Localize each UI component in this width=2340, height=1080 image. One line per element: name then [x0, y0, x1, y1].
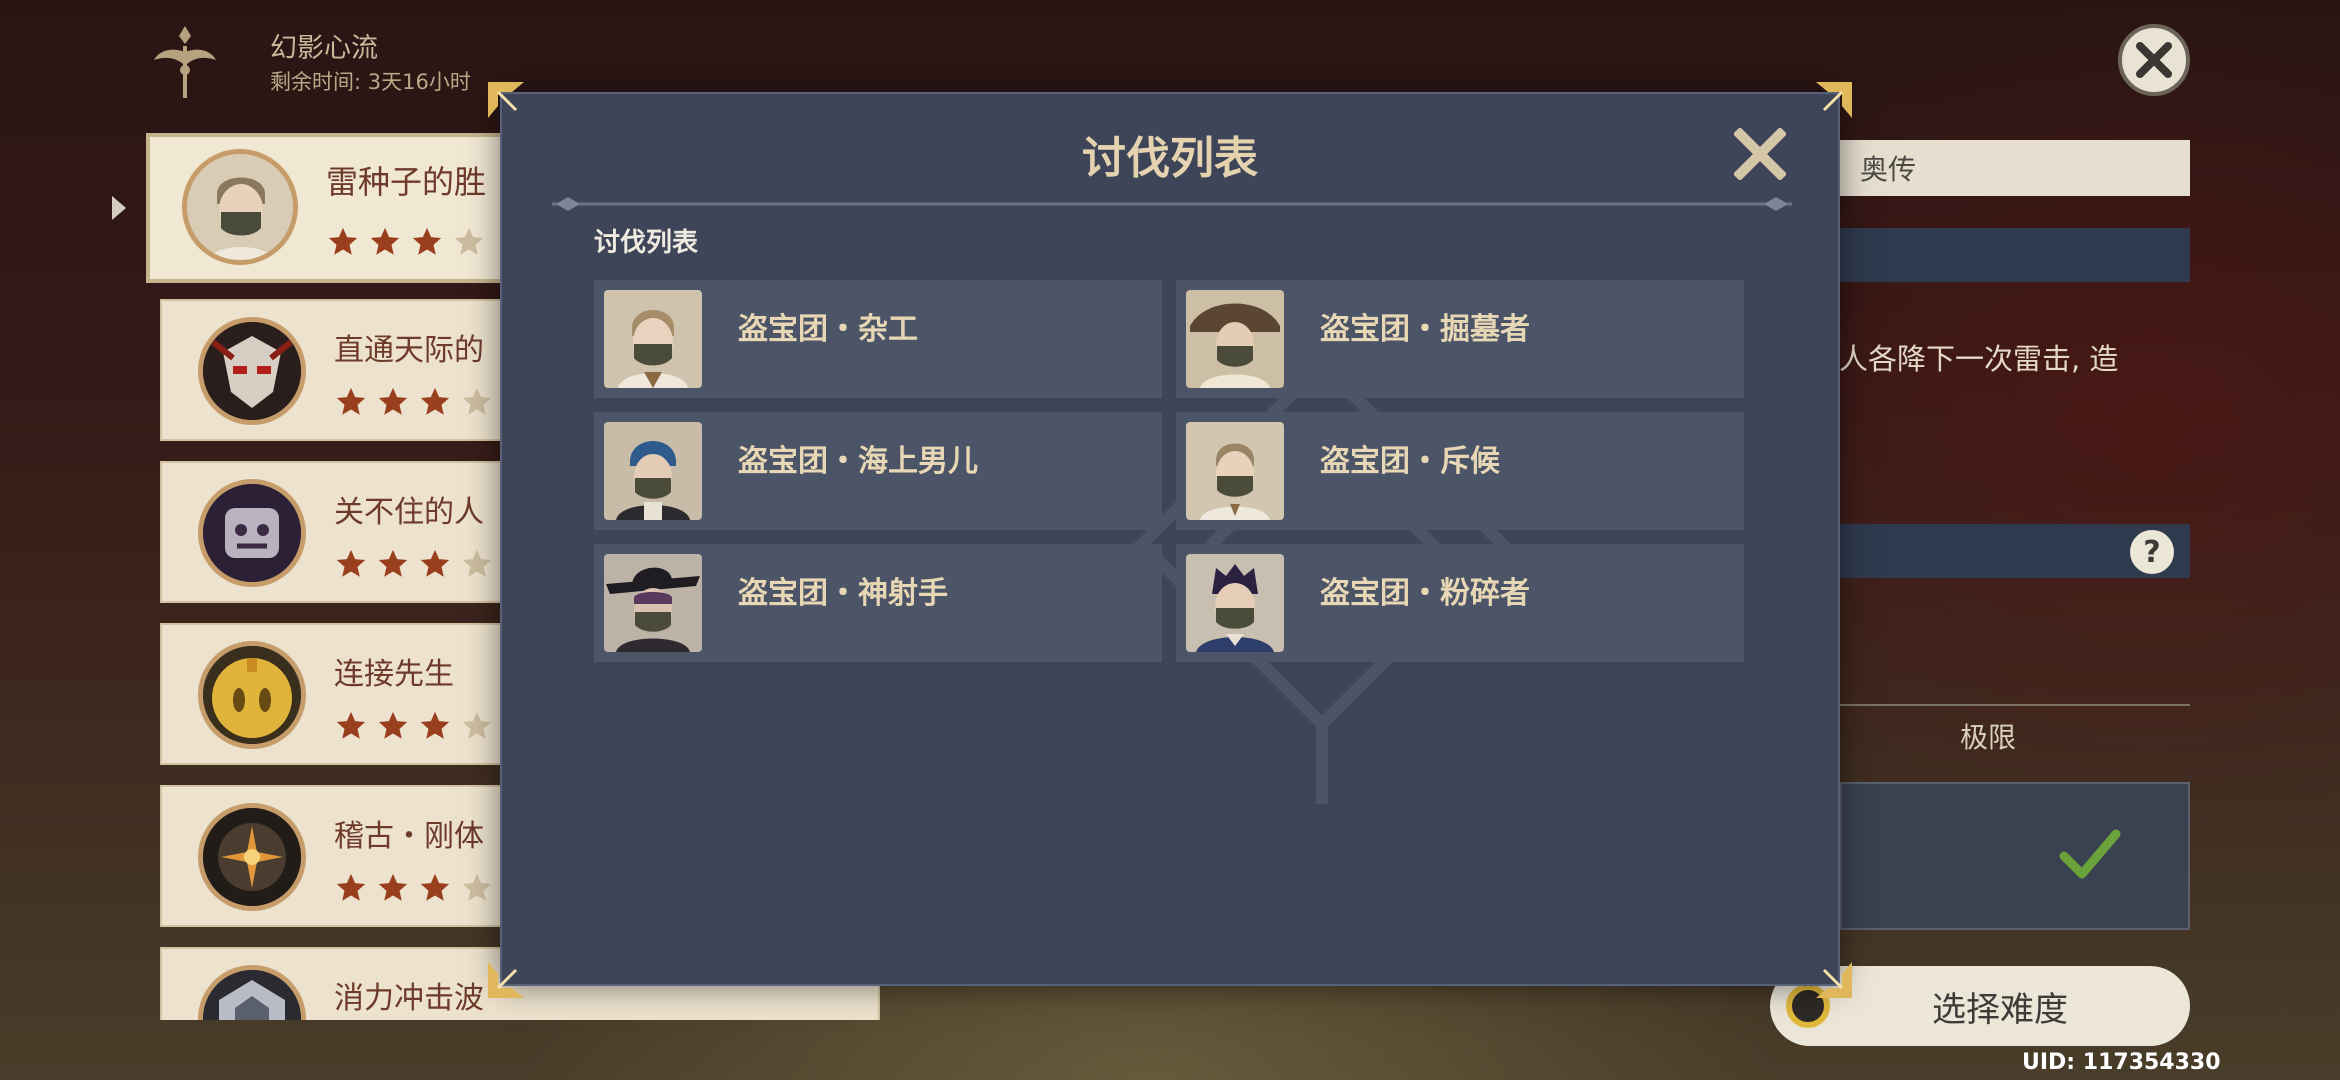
enemy-name: 盗宝团・粉碎者	[1320, 576, 1530, 611]
enemy-entry[interactable]: 盗宝团・粉碎者	[1176, 544, 1744, 662]
title-divider	[552, 197, 1792, 211]
enemy-entry[interactable]: 盗宝团・海上男儿	[594, 412, 1162, 530]
star-filled-icon	[378, 387, 408, 415]
enemy-name: 盗宝团・掘墓者	[1320, 312, 1530, 347]
challenge-name: 消力冲击波	[334, 981, 484, 1016]
ruin-machine-portrait-icon	[203, 808, 301, 906]
enemy-entry[interactable]: 盗宝团・神射手	[594, 544, 1162, 662]
event-title: 幻影心流	[270, 33, 378, 64]
info-bar	[1840, 228, 2190, 282]
mech-boss-portrait-icon	[203, 484, 301, 582]
star-empty-icon	[462, 549, 492, 577]
star-filled-icon	[336, 549, 366, 577]
enemy-list-header: 讨伐列表	[594, 228, 699, 258]
star-filled-icon	[378, 549, 408, 577]
challenge-name: 连接先生	[334, 657, 454, 692]
challenge-name: 雷种子的胜	[326, 163, 487, 201]
corner-ornament-icon	[1816, 82, 1852, 118]
challenge-portrait	[198, 479, 306, 587]
star-filled-icon	[370, 227, 400, 255]
wide-hat-masked-portrait-icon	[604, 554, 702, 652]
star-filled-icon	[336, 711, 366, 739]
corner-ornament-icon	[488, 962, 524, 998]
star-filled-icon	[336, 387, 366, 415]
challenge-stars	[334, 385, 494, 419]
list-expand-arrow-icon[interactable]	[112, 196, 126, 220]
challenge-portrait	[198, 803, 306, 911]
star-empty-icon	[454, 227, 484, 255]
enemy-entry[interactable]: 盗宝团・掘墓者	[1176, 280, 1744, 398]
challenge-portrait	[198, 965, 306, 1020]
event-remaining-time: 剩余时间: 3天16小时	[270, 70, 471, 94]
star-filled-icon	[420, 549, 450, 577]
close-icon	[2136, 42, 2172, 78]
challenge-stars	[334, 871, 494, 905]
difficulty-option[interactable]	[1840, 782, 2190, 930]
help-icon[interactable]: ?	[2130, 530, 2174, 574]
mask-boss-portrait-icon	[203, 322, 301, 420]
star-filled-icon	[412, 227, 442, 255]
tab-legend[interactable]: 奥传	[1840, 140, 2190, 196]
uid-label: UID: 117354330	[2022, 1050, 2221, 1075]
brawler-masked-portrait-icon	[1186, 554, 1284, 652]
challenge-name: 稽古・刚体	[334, 819, 484, 854]
enemy-entry[interactable]: 盗宝团・斥候	[1176, 412, 1744, 530]
challenge-portrait	[182, 149, 298, 265]
bandana-masked-portrait-icon	[604, 422, 702, 520]
challenge-stars	[326, 225, 486, 259]
enemy-name: 盗宝团・海上男儿	[738, 444, 978, 479]
scout-portrait-icon	[187, 154, 293, 260]
shield-boss-portrait-icon	[203, 970, 301, 1020]
star-filled-icon	[420, 711, 450, 739]
challenge-name: 直通天际的	[334, 333, 484, 368]
difficulty-label: 极限	[1960, 721, 2017, 754]
dialog-title: 讨伐列表	[1082, 133, 1258, 184]
dialog-close-button[interactable]	[1734, 128, 1786, 180]
star-filled-icon	[328, 227, 358, 255]
enemy-name: 盗宝团・斥候	[1320, 444, 1500, 479]
event-emblem-icon	[154, 26, 216, 98]
enemy-entry[interactable]: 盗宝团・杂工	[594, 280, 1162, 398]
challenge-portrait	[198, 641, 306, 749]
main-close-button[interactable]	[2118, 24, 2190, 96]
star-filled-icon	[420, 873, 450, 901]
straw-hat-masked-portrait-icon	[1186, 290, 1284, 388]
enemy-name: 盗宝团・杂工	[738, 312, 918, 347]
slime-portrait-icon	[203, 646, 301, 744]
corner-ornament-icon	[1816, 962, 1852, 998]
challenge-stars	[334, 547, 494, 581]
challenge-stars	[334, 709, 494, 743]
challenge-portrait	[198, 317, 306, 425]
challenge-description: 敌人各降下一次雷击, 造	[1810, 342, 2119, 376]
star-empty-icon	[462, 873, 492, 901]
star-filled-icon	[420, 387, 450, 415]
scout-masked-portrait-icon	[1186, 422, 1284, 520]
check-icon	[2059, 829, 2121, 879]
star-filled-icon	[378, 711, 408, 739]
enemy-name: 盗宝团・神射手	[738, 576, 948, 611]
star-filled-icon	[378, 873, 408, 901]
star-filled-icon	[336, 873, 366, 901]
star-empty-icon	[462, 387, 492, 415]
enemy-list-dialog: 讨伐列表 讨伐列表 盗宝团・杂工 盗宝团・掘墓者 盗宝团・海上男儿 盗宝团・斥候…	[500, 92, 1840, 986]
star-empty-icon	[462, 711, 492, 739]
difficulty-divider	[1840, 704, 2190, 706]
challenge-name: 关不住的人	[334, 495, 484, 530]
hat-masked-portrait-icon	[604, 290, 702, 388]
corner-ornament-icon	[488, 82, 524, 118]
